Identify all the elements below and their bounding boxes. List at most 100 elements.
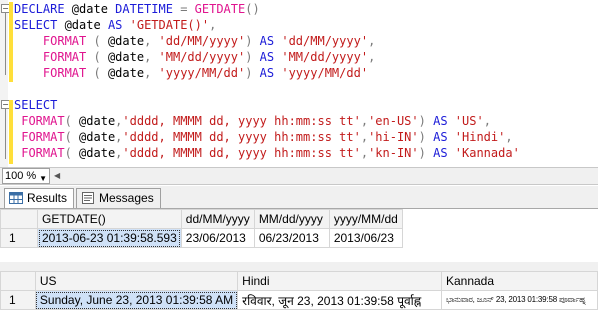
code-line[interactable]: SELECT @date AS 'GETDATE()', [14, 18, 216, 33]
column-header[interactable]: GETDATE() [37, 209, 182, 229]
code-token: AS [433, 114, 455, 128]
column-header[interactable]: yyyy/MM/dd [328, 209, 403, 229]
code-token: ( [64, 114, 80, 128]
code-token: 'yyyy/MM/dd' [281, 66, 369, 80]
table-cell[interactable]: 23/06/2013 [180, 228, 255, 248]
code-token: FORMAT [21, 130, 65, 144]
code-line[interactable]: DECLARE @date DATETIME = GETDATE() [14, 2, 260, 17]
corner-cell[interactable] [0, 209, 38, 229]
column-header[interactable]: Kannada [440, 271, 598, 291]
code-token: 'MM/dd/yyyy' [158, 50, 246, 64]
code-token: 'Kannada' [454, 146, 520, 160]
change-indicator [9, 2, 13, 82]
table-cell[interactable]: ಭಾನುವಾರ, ಜೂನ್ 23, 2013 01:39:58 ಪೂರ್ವಾಹ್… [440, 290, 598, 310]
column-header[interactable]: US [34, 271, 239, 291]
fold-guide [5, 13, 6, 75]
code-token: @date [71, 2, 116, 16]
scroll-left-icon[interactable]: ◀ [54, 171, 60, 180]
code-token: AS [259, 66, 282, 80]
code-token: AS [433, 130, 455, 144]
code-token: ) [245, 34, 260, 48]
table-cell[interactable]: 06/23/2013 [253, 228, 330, 248]
query-editor[interactable]: − − DECLARE @date DATETIME = GETDATE() SE… [0, 0, 598, 167]
code-token: 'dd/MM/yyyy' [281, 34, 369, 48]
code-line[interactable]: FORMAT ( @date, 'dd/MM/yyyy') AS 'dd/MM/… [14, 34, 375, 49]
code-token: 'kn-IN' [368, 146, 419, 160]
row-number[interactable]: 1 [0, 290, 36, 310]
code-line[interactable]: FORMAT ( @date, 'yyyy/MM/dd') AS 'yyyy/M… [14, 66, 368, 81]
code-token: , [144, 34, 159, 48]
code-token: FORMAT [42, 34, 94, 48]
table-cell[interactable]: 2013-06-23 01:39:58.593 [37, 228, 182, 248]
column-header[interactable]: dd/MM/yyyy [180, 209, 255, 229]
column-header[interactable]: MM/dd/yyyy [253, 209, 330, 229]
result-grid-2[interactable]: US Hindi Kannada 1 Sunday, June 23, 2013… [0, 271, 598, 314]
code-token: 'GETDATE()' [129, 18, 210, 32]
tab-messages[interactable]: Messages [76, 188, 161, 208]
code-token: ) [418, 146, 434, 160]
code-token: 'dddd, MMMM dd, yyyy hh:mm:ss tt' [122, 146, 361, 160]
tab-label: Messages [99, 191, 154, 205]
code-token: , [368, 34, 376, 48]
table-cell[interactable]: Sunday, June 23, 2013 01:39:58 AM [34, 290, 239, 310]
code-token: ( [93, 34, 108, 48]
code-token: SELECT [14, 18, 65, 32]
code-token: 'dddd, MMMM dd, yyyy hh:mm:ss tt' [122, 130, 361, 144]
fold-guide [5, 109, 6, 159]
code-token: 'dd/MM/yyyy' [158, 34, 246, 48]
code-token: 'MM/dd/yyyy' [281, 50, 369, 64]
tab-results[interactable]: Results [4, 188, 75, 208]
code-token: ( [64, 130, 80, 144]
result-grid-1[interactable]: GETDATE() dd/MM/yyyy MM/dd/yyyy yyyy/MM/… [0, 209, 598, 262]
code-token: FORMAT [21, 146, 65, 160]
code-token: @date [79, 130, 116, 144]
code-token: DECLARE [14, 2, 72, 16]
code-token: @date [79, 146, 116, 160]
table-row[interactable]: 1 2013-06-23 01:39:58.593 23/06/2013 06/… [0, 228, 403, 248]
code-token: AS [259, 34, 282, 48]
header-row: US Hindi Kannada [0, 271, 598, 291]
code-token: 'en-US' [368, 114, 419, 128]
grid-icon [9, 191, 23, 204]
code-line[interactable]: FORMAT( @date,'dddd, MMMM dd, yyyy hh:mm… [14, 130, 512, 145]
change-indicator [9, 100, 13, 164]
code-token: , [360, 130, 369, 144]
code-token: ) [418, 114, 434, 128]
code-token: , [144, 50, 159, 64]
code-token: SELECT [14, 98, 58, 112]
chevron-down-icon: ▼ [39, 174, 47, 183]
results-tabs: Results Messages [0, 186, 598, 209]
code-token: , [360, 114, 369, 128]
code-token: @date [79, 114, 116, 128]
code-token: = [180, 2, 195, 16]
zoom-dropdown[interactable]: 100 % ▼ [2, 168, 50, 184]
tab-label: Results [27, 191, 68, 205]
code-token: AS [259, 50, 282, 64]
code-token: () [245, 2, 260, 16]
editor-gutter [0, 0, 8, 167]
table-row[interactable]: 1 Sunday, June 23, 2013 01:39:58 AM रविव… [0, 290, 598, 310]
code-token: @date [64, 18, 108, 32]
row-number[interactable]: 1 [0, 228, 38, 248]
code-token: FORMAT [42, 66, 94, 80]
header-row: GETDATE() dd/MM/yyyy MM/dd/yyyy yyyy/MM/… [0, 209, 403, 229]
table-cell[interactable]: रविवार, जून 23, 2013 01:39:58 पूर्वाह्न [237, 290, 442, 310]
code-token: FORMAT [21, 114, 65, 128]
code-token: @date [107, 50, 145, 64]
messages-icon [81, 191, 95, 204]
code-token: , [144, 66, 159, 80]
corner-cell[interactable] [0, 271, 36, 291]
code-token: AS [107, 18, 130, 32]
code-token: FORMAT [42, 50, 94, 64]
code-line[interactable]: FORMAT( @date,'dddd, MMMM dd, yyyy hh:mm… [14, 146, 520, 161]
code-token: 'Hindi' [454, 130, 506, 144]
code-line[interactable]: FORMAT ( @date, 'MM/dd/yyyy') AS 'MM/dd/… [14, 50, 375, 65]
code-line[interactable]: FORMAT( @date,'dddd, MMMM dd, yyyy hh:mm… [14, 114, 491, 129]
code-line[interactable]: SELECT [14, 98, 57, 113]
column-header[interactable]: Hindi [237, 271, 442, 291]
table-cell[interactable]: 2013/06/23 [328, 228, 403, 248]
code-token: ) [245, 66, 260, 80]
code-token: 'US' [454, 114, 484, 128]
